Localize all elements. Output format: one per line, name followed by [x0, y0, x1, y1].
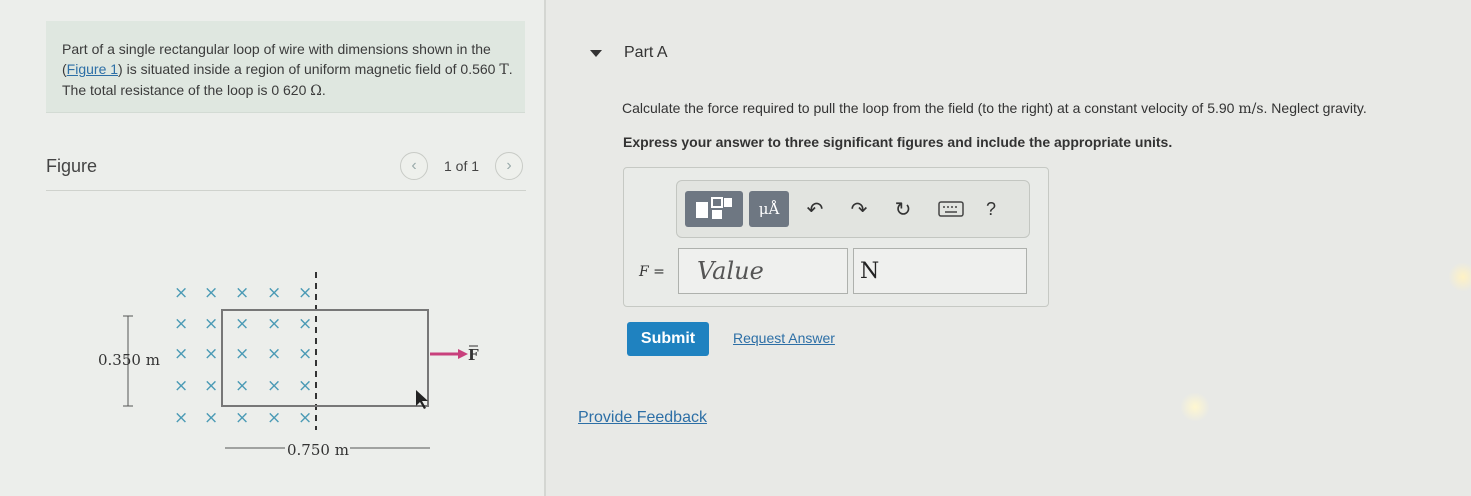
wire-loop — [221, 309, 429, 407]
field-x-mark: × — [204, 344, 218, 364]
figure-counter: 1 of 1 — [444, 158, 480, 174]
provide-feedback-link[interactable]: Provide Feedback — [578, 409, 707, 427]
velocity-unit: m/s — [1238, 101, 1264, 117]
templates-button[interactable] — [685, 191, 743, 227]
field-x-mark: × — [204, 314, 218, 334]
answer-variable-label: F = — [639, 264, 665, 280]
field-x-mark: × — [267, 314, 281, 334]
question-text: Calculate the force required to pull the… — [622, 100, 1367, 117]
field-x-mark: × — [204, 283, 218, 303]
undo-button[interactable]: ↶ — [801, 191, 829, 227]
field-x-mark: × — [298, 376, 312, 396]
reset-icon: ↻ — [894, 198, 912, 221]
chevron-left-icon: ‹ — [411, 157, 417, 174]
force-arrowhead — [458, 349, 468, 359]
height-dimension-label: 0.350 m — [98, 351, 160, 369]
templates-icon — [696, 197, 732, 219]
field-x-mark: × — [298, 344, 312, 364]
screen-glare — [1448, 262, 1471, 292]
field-x-mark: × — [267, 376, 281, 396]
screen-glare — [1180, 392, 1210, 422]
next-figure-button[interactable]: › — [495, 152, 523, 180]
figure-header: Figure ‹ 1 of 1 › — [46, 152, 526, 191]
keyboard-button[interactable] — [933, 191, 969, 227]
problem-statement-box: Part of a single rectangular loop of wir… — [46, 21, 525, 113]
part-a-title: Part A — [624, 44, 668, 61]
field-x-mark: × — [235, 314, 249, 334]
right-pane: Part A Calculate the force required to p… — [546, 0, 1471, 496]
field-x-mark: × — [174, 408, 188, 428]
answer-box: μÅ ↶ ↷ ↻ ? F = — [623, 167, 1049, 307]
redo-icon: ↷ — [850, 198, 868, 221]
math-toolbar: μÅ ↶ ↷ ↻ ? — [676, 180, 1030, 238]
answer-variable: F — [639, 264, 649, 280]
redo-button[interactable]: ↷ — [845, 191, 873, 227]
field-x-mark: × — [174, 314, 188, 334]
previous-figure-button[interactable]: ‹ — [400, 152, 428, 180]
field-x-mark: × — [298, 408, 312, 428]
field-x-mark: × — [174, 283, 188, 303]
field-x-mark: × — [267, 283, 281, 303]
value-input[interactable] — [678, 248, 848, 294]
request-answer-link[interactable]: Request Answer — [733, 330, 835, 346]
units-button[interactable]: μÅ — [749, 191, 789, 227]
question-text-part: Calculate the force required to pull the… — [622, 100, 1239, 116]
problem-text: Part of a single rectangular loop of wir… — [62, 39, 514, 101]
field-x-mark: × — [204, 408, 218, 428]
problem-text-part: ) is situated inside a region of uniform… — [118, 61, 500, 77]
force-label: F — [468, 346, 479, 364]
question-text-part: . Neglect gravity. — [1263, 100, 1367, 116]
chevron-right-icon: › — [506, 157, 512, 174]
resistance-unit: Ω — [310, 83, 322, 99]
reset-button[interactable]: ↻ — [889, 191, 917, 227]
submit-button[interactable]: Submit — [627, 322, 709, 356]
part-a-collapse-icon[interactable] — [590, 50, 602, 57]
figure-title: Figure — [46, 156, 98, 176]
width-dimension-label: 0.750 m — [287, 441, 349, 459]
field-x-mark: × — [174, 376, 188, 396]
field-unit: T — [499, 62, 509, 78]
field-x-mark: × — [174, 344, 188, 364]
answer-instruction: Express your answer to three significant… — [623, 134, 1173, 150]
loop-figure: × × × × × × × × × × × × × × × × × × × × × × × × × 0.350 m 0.750 … — [98, 272, 479, 459]
answer-equals: = — [653, 264, 665, 280]
field-x-mark: × — [235, 283, 249, 303]
field-x-mark: × — [267, 344, 281, 364]
problem-text-part: . — [321, 82, 326, 98]
field-x-mark: × — [235, 376, 249, 396]
field-x-mark: × — [235, 344, 249, 364]
figure-link[interactable]: Figure 1 — [67, 61, 118, 77]
field-x-mark: × — [298, 283, 312, 303]
field-x-mark: × — [267, 408, 281, 428]
unit-input[interactable] — [853, 248, 1027, 294]
help-button[interactable]: ? — [977, 191, 1005, 227]
keyboard-icon — [938, 201, 964, 217]
field-x-mark: × — [235, 408, 249, 428]
field-x-mark: × — [204, 376, 218, 396]
undo-icon: ↶ — [806, 198, 824, 221]
field-x-mark: × — [298, 314, 312, 334]
left-pane: Part of a single rectangular loop of wir… — [0, 0, 544, 496]
